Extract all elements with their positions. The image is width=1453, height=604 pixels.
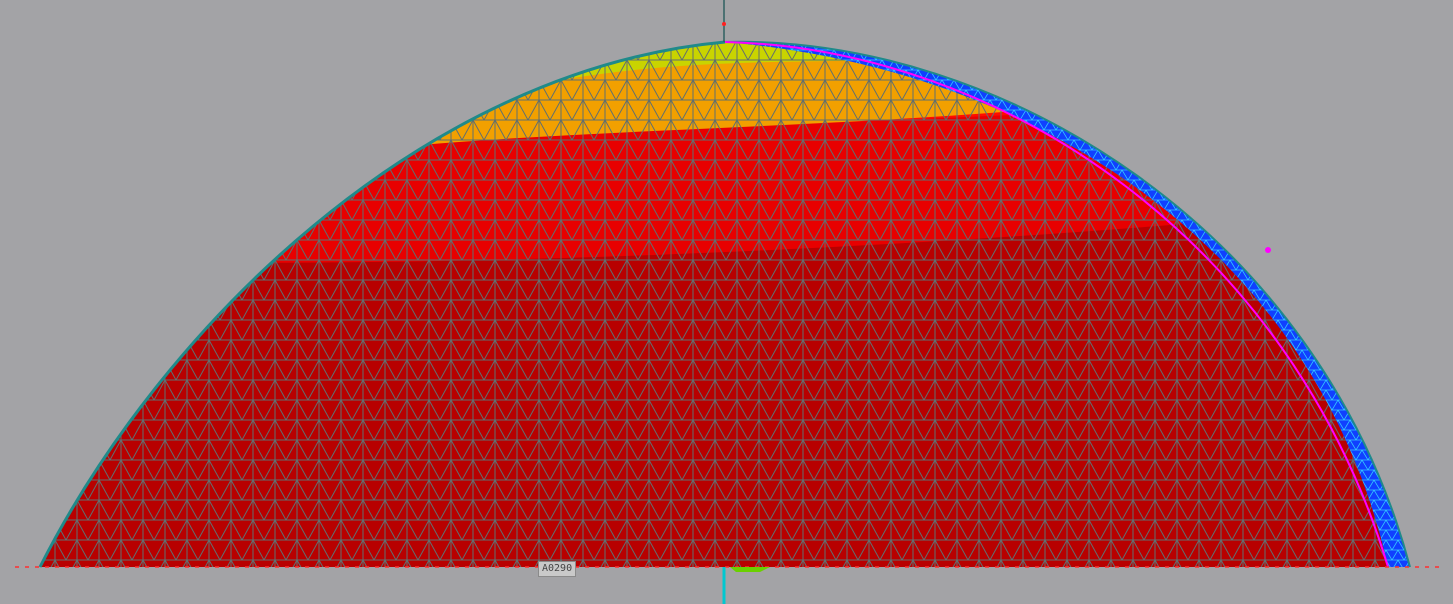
node-label[interactable]: A0290 <box>538 561 577 577</box>
fem-viewport[interactable]: A0290 <box>0 0 1453 604</box>
dome-bands <box>40 41 1410 568</box>
mesh-grid <box>40 41 1410 568</box>
dome-mesh-view[interactable] <box>0 0 1453 604</box>
axis-node[interactable] <box>722 22 726 26</box>
selected-node[interactable] <box>1265 247 1271 253</box>
support-marker <box>730 567 770 572</box>
